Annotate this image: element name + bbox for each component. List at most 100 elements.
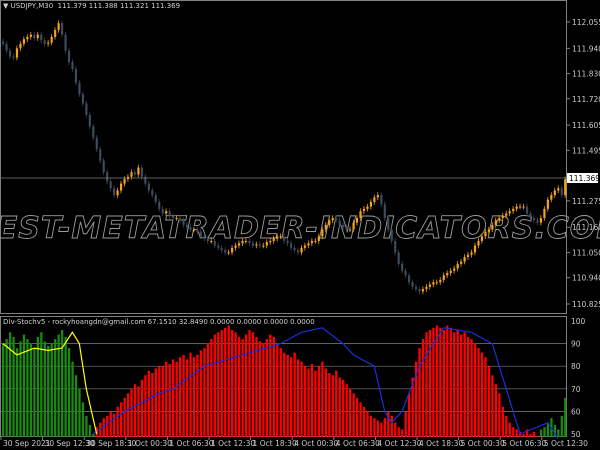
price-tick-label: 111.940	[572, 44, 600, 53]
histogram-bar	[508, 422, 511, 437]
histogram-bar	[286, 354, 289, 437]
histogram-bar	[505, 415, 508, 437]
histogram-bar	[265, 339, 269, 437]
histogram-bar	[172, 359, 175, 437]
histogram-bar	[487, 366, 491, 437]
histogram-bar	[460, 334, 463, 437]
indicator-tick-label: 80	[571, 362, 581, 371]
histogram-bar	[64, 336, 67, 437]
indicator-tick-label: 90	[571, 340, 581, 349]
ohlc-values: 111.379 111.388 111.321 111.369	[57, 2, 181, 10]
histogram-bar	[130, 388, 133, 437]
histogram-bar	[442, 330, 445, 437]
histogram-bar	[147, 370, 151, 437]
time-tick-label: 1 Oct 00:30	[128, 439, 172, 448]
histogram-bar	[428, 330, 432, 437]
histogram-bar	[376, 420, 380, 437]
indicator-header: DIv-Stochv5 - rockyhoangdn@gmail.com 67.…	[3, 318, 315, 326]
price-tick-label: 110.825	[572, 300, 600, 309]
time-tick-label: 4 Oct 12:30	[377, 439, 421, 448]
histogram-bar	[477, 348, 480, 437]
histogram-bar	[227, 325, 230, 437]
histogram-bar	[470, 339, 473, 437]
candle	[74, 66, 78, 86]
current-price-text: 111.369	[569, 174, 600, 183]
histogram-bar	[71, 361, 74, 437]
price-pane-border	[0, 0, 567, 314]
histogram-bar	[300, 361, 303, 437]
histogram-bar	[19, 341, 22, 437]
histogram-bar	[439, 327, 442, 437]
time-axis[interactable]: 30 Sep 202130 Sep 12:3030 Sep 18:301 Oct…	[0, 437, 588, 448]
histogram-bar	[29, 343, 33, 437]
price-pane[interactable]: BEST-METATRADER-INDICATORS.COM	[0, 0, 600, 314]
histogram-bar	[512, 427, 515, 437]
histogram-bar	[373, 418, 376, 437]
indicator-pane[interactable]	[0, 316, 567, 439]
price-tick-label: 111.050	[572, 248, 600, 257]
histogram-bar	[178, 357, 182, 437]
histogram-bar	[310, 363, 314, 437]
histogram-bar	[185, 359, 189, 437]
indicator-axis: 100 90 80 70 60 50	[571, 317, 586, 439]
histogram-bar	[161, 366, 164, 437]
current-price-label: 111.369	[567, 173, 600, 183]
histogram-bar	[449, 327, 452, 437]
histogram-bar	[560, 415, 563, 437]
histogram-bar	[317, 366, 321, 437]
histogram-bar	[123, 397, 126, 437]
histogram-bar	[119, 402, 123, 437]
histogram-bar	[113, 413, 116, 437]
histogram-bar	[144, 375, 147, 437]
histogram-bar	[231, 330, 234, 437]
histogram-bar	[5, 339, 8, 437]
price-tick-label: 111.605	[572, 121, 600, 130]
histogram-bar	[435, 325, 439, 437]
histogram-bar	[296, 359, 300, 437]
symbol-label: USDJPY,M30	[10, 2, 54, 10]
histogram-bar	[328, 372, 331, 437]
histogram-bar	[335, 370, 338, 437]
histogram-bar	[116, 406, 119, 437]
histogram-bar	[303, 366, 307, 437]
histogram-bar	[106, 415, 109, 437]
histogram-bar	[394, 422, 397, 437]
time-tick-label: 1 Oct 06:30	[169, 439, 213, 448]
histogram-bar	[272, 336, 275, 437]
histogram-bar	[22, 334, 26, 437]
histogram-bar	[466, 336, 470, 437]
histogram-bar	[536, 436, 539, 437]
time-tick-label: 5 Oct 12:30	[544, 439, 588, 448]
histogram-bar	[359, 402, 362, 437]
histogram-bar	[36, 336, 39, 437]
histogram-bar	[43, 341, 46, 437]
histogram-bar	[494, 384, 498, 437]
histogram-bar	[307, 368, 310, 437]
histogram-bar	[529, 434, 532, 437]
histogram-bar	[137, 386, 140, 437]
histogram-bar	[390, 415, 393, 437]
histogram-bar	[321, 361, 324, 437]
histogram-bar	[217, 332, 220, 437]
histogram-bar	[446, 325, 449, 437]
histogram-bar	[168, 363, 171, 437]
candle	[564, 176, 567, 198]
time-tick-label: 4 Oct 00:30	[294, 439, 338, 448]
time-tick-label: 5 Oct 06:30	[502, 439, 546, 448]
indicator-tick-label: 50	[571, 430, 581, 439]
histogram-bar	[92, 434, 95, 437]
histogram-bar	[515, 429, 518, 437]
histogram-bar	[182, 354, 185, 437]
histogram-bar	[362, 406, 366, 437]
histogram-bar	[54, 339, 57, 437]
histogram-bar	[126, 393, 130, 437]
histogram-bar	[81, 402, 85, 437]
time-tick-label: 1 Oct 18:30	[253, 439, 297, 448]
price-tick-label: 111.495	[572, 146, 600, 155]
chart-window[interactable]: BEST-METATRADER-INDICATORS.COM 112.05511…	[0, 0, 600, 450]
histogram-bar	[290, 357, 293, 437]
histogram-bar	[491, 375, 494, 437]
histogram-bar	[425, 332, 428, 437]
dropdown-triangle-icon[interactable]: ▼	[3, 2, 11, 10]
price-axis[interactable]: 112.055 111.940 111.830 111.720 111.605 111.4…	[567, 18, 600, 309]
